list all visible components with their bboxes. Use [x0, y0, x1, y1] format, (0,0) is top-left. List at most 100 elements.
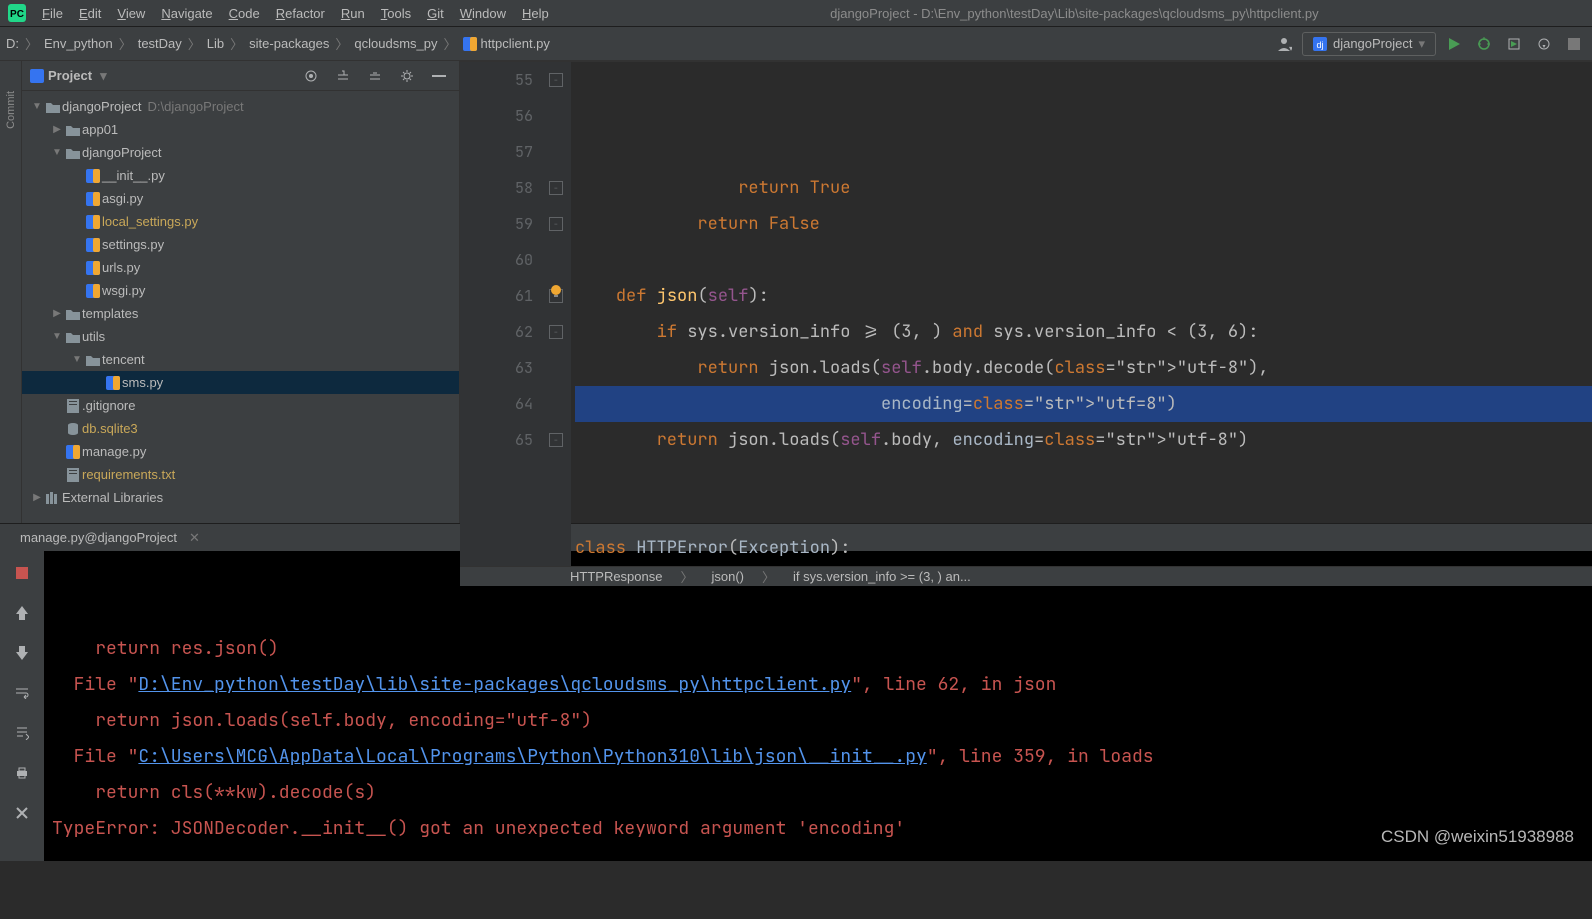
- folder-icon: [64, 147, 82, 159]
- code-line[interactable]: return json.loads(self.body.decode(class…: [575, 350, 1592, 386]
- tree-item-djangoProject[interactable]: ▼djangoProjectD:\djangoProject: [22, 95, 459, 118]
- fold-marker[interactable]: −: [549, 433, 563, 447]
- code-line[interactable]: return False: [575, 206, 1592, 242]
- menu-git[interactable]: Git: [419, 2, 452, 25]
- tree-item-urls.py[interactable]: urls.py: [22, 256, 459, 279]
- fold-marker[interactable]: −: [549, 325, 563, 339]
- print-icon[interactable]: [10, 761, 34, 785]
- menu-window[interactable]: Window: [452, 2, 514, 25]
- menu-code[interactable]: Code: [221, 2, 268, 25]
- menu-run[interactable]: Run: [333, 2, 373, 25]
- console-line: File "D:\Env_python\testDay\lib\site-pac…: [52, 667, 1592, 703]
- breadcrumb-segment[interactable]: Lib: [207, 36, 224, 51]
- hide-icon[interactable]: [427, 64, 451, 88]
- fold-marker[interactable]: −: [549, 217, 563, 231]
- tree-arrow-icon[interactable]: ▼: [50, 147, 64, 158]
- menu-tools[interactable]: Tools: [373, 2, 419, 25]
- tree-item-local_settings.py[interactable]: local_settings.py: [22, 210, 459, 233]
- breadcrumb[interactable]: D:〉Env_python〉testDay〉Lib〉site-packages〉…: [6, 34, 550, 53]
- user-icon[interactable]: ▾: [1272, 32, 1296, 56]
- breadcrumb-segment[interactable]: site-packages: [249, 36, 329, 51]
- console-output[interactable]: return res.json() File "D:\Env_python\te…: [44, 551, 1592, 861]
- title-bar: PC FileEditViewNavigateCodeRefactorRunTo…: [0, 0, 1592, 27]
- tree-arrow-icon[interactable]: ▶: [30, 492, 44, 503]
- up-icon[interactable]: [10, 601, 34, 625]
- console-link[interactable]: C:\Users\MCG\AppData\Local\Programs\Pyth…: [138, 745, 926, 768]
- tree-item-requirements.txt[interactable]: requirements.txt: [22, 463, 459, 486]
- code-line[interactable]: return True: [575, 170, 1592, 206]
- tree-arrow-icon[interactable]: ▶: [50, 124, 64, 135]
- tree-item-manage.py[interactable]: manage.py: [22, 440, 459, 463]
- select-opened-icon[interactable]: [299, 64, 323, 88]
- tree-item-djangoProject[interactable]: ▼ djangoProject: [22, 141, 459, 164]
- tree-arrow-icon[interactable]: ▼: [50, 331, 64, 342]
- menu-view[interactable]: View: [109, 2, 153, 25]
- project-panel-title[interactable]: Project ▾: [30, 68, 107, 84]
- tree-arrow-icon[interactable]: ▶: [50, 308, 64, 319]
- run-tab-label[interactable]: manage.py@djangoProject: [20, 530, 177, 545]
- tree-label: tencent: [102, 352, 145, 367]
- more-run-button[interactable]: ▾: [1532, 32, 1556, 56]
- tree-item-app01[interactable]: ▶app01: [22, 118, 459, 141]
- code-line[interactable]: [575, 458, 1592, 494]
- console-link[interactable]: D:\Env_python\testDay\lib\site-packages\…: [138, 673, 851, 696]
- tree-item-sms.py[interactable]: sms.py: [22, 371, 459, 394]
- code-line[interactable]: [575, 242, 1592, 278]
- settings-icon[interactable]: [395, 64, 419, 88]
- left-tool-gutter[interactable]: Commit: [0, 61, 22, 523]
- close-icon[interactable]: ✕: [189, 530, 200, 546]
- code-line[interactable]: return json.loads(self.body, encoding=cl…: [575, 422, 1592, 458]
- menu-file[interactable]: File: [34, 2, 71, 25]
- tree-item-wsgi.py[interactable]: wsgi.py: [22, 279, 459, 302]
- tree-item-asgi.py[interactable]: asgi.py: [22, 187, 459, 210]
- tree-item-settings.py[interactable]: settings.py: [22, 233, 459, 256]
- soft-wrap-icon[interactable]: [10, 681, 34, 705]
- down-icon[interactable]: [10, 641, 34, 665]
- breadcrumb-segment[interactable]: D:: [6, 36, 19, 51]
- collapse-all-icon[interactable]: [363, 64, 387, 88]
- tree-label: wsgi.py: [102, 283, 145, 298]
- code-line[interactable]: def json(self):: [575, 278, 1592, 314]
- tree-label: local_settings.py: [102, 214, 198, 229]
- clear-icon[interactable]: [10, 801, 34, 825]
- fold-marker[interactable]: −: [549, 73, 563, 87]
- debug-button[interactable]: [1472, 32, 1496, 56]
- code-line[interactable]: if sys.version_info >= (3, ) and sys.ver…: [575, 314, 1592, 350]
- stop-button[interactable]: [1562, 32, 1586, 56]
- scroll-to-end-icon[interactable]: [10, 721, 34, 745]
- tree-item-tencent[interactable]: ▼ tencent: [22, 348, 459, 371]
- run-button[interactable]: [1442, 32, 1466, 56]
- tree-item-templates[interactable]: ▶templates: [22, 302, 459, 325]
- db-icon: [64, 422, 82, 436]
- tree-item-db.sqlite3[interactable]: db.sqlite3: [22, 417, 459, 440]
- py-icon: [84, 215, 102, 229]
- intention-bulb-icon[interactable]: [549, 284, 563, 298]
- tree-item-utils[interactable]: ▼utils: [22, 325, 459, 348]
- run-with-coverage-button[interactable]: [1502, 32, 1526, 56]
- console-line: return res.json(): [52, 631, 1592, 667]
- tree-item-__init__.py[interactable]: __init__.py: [22, 164, 459, 187]
- fold-marker[interactable]: −: [549, 181, 563, 195]
- stop-process-button[interactable]: [10, 561, 34, 585]
- code-line[interactable]: encoding=class="str">"utf=8"): [575, 386, 1592, 422]
- tree-label: db.sqlite3: [82, 421, 138, 436]
- breadcrumb-segment[interactable]: Env_python: [44, 36, 113, 51]
- tree-item-.gitignore[interactable]: .gitignore: [22, 394, 459, 417]
- code-editor[interactable]: 5556575859606162636465 −−−−−− return Tru…: [460, 62, 1592, 566]
- menu-refactor[interactable]: Refactor: [268, 2, 333, 25]
- breadcrumb-segment[interactable]: testDay: [138, 36, 182, 51]
- code-line[interactable]: [575, 494, 1592, 530]
- tree-arrow-icon[interactable]: ▼: [30, 101, 44, 112]
- project-tree[interactable]: ▼djangoProjectD:\djangoProject▶app01 ▼ dja…: [22, 91, 459, 523]
- console-line: TypeError: JSONDecoder.__init__() got an…: [52, 811, 1592, 847]
- tree-arrow-icon[interactable]: ▼: [70, 354, 84, 365]
- breadcrumb-segment[interactable]: qcloudsms_py: [354, 36, 437, 51]
- run-config-selector[interactable]: dj djangoProject ▾: [1302, 32, 1436, 56]
- menu-edit[interactable]: Edit: [71, 2, 109, 25]
- tree-item-External Libraries[interactable]: ▶External Libraries: [22, 486, 459, 509]
- breadcrumb-segment[interactable]: httpclient.py: [481, 36, 550, 51]
- expand-all-icon[interactable]: [331, 64, 355, 88]
- menu-navigate[interactable]: Navigate: [153, 2, 220, 25]
- menu-help[interactable]: Help: [514, 2, 557, 25]
- tree-label: djangoProject: [82, 145, 162, 160]
